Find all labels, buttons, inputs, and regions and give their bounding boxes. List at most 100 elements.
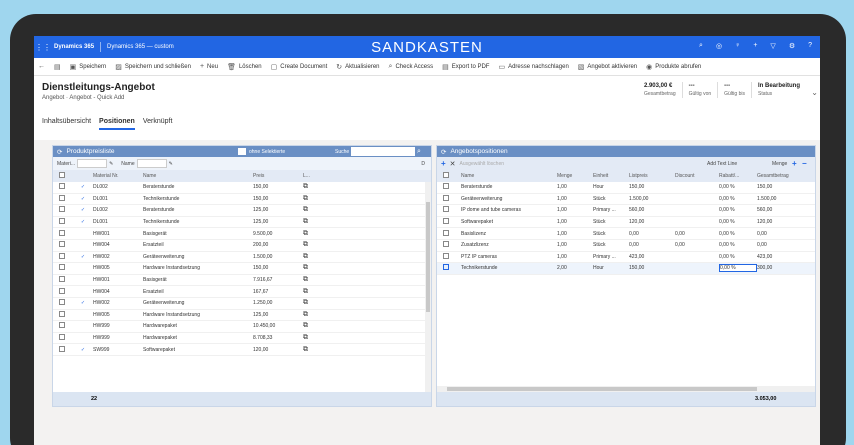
open-link-icon[interactable]: ⧉ bbox=[303, 288, 333, 296]
table-row[interactable]: ✓ DL001 Technikerstunde 125,00 ⧉ bbox=[53, 217, 431, 229]
row-checkbox[interactable] bbox=[59, 264, 65, 271]
material-filter-input[interactable] bbox=[77, 159, 108, 168]
col-unit[interactable]: Einheit bbox=[593, 173, 629, 179]
col-price[interactable]: Preis bbox=[253, 173, 303, 179]
row-checkbox[interactable] bbox=[59, 276, 65, 283]
row-checkbox[interactable] bbox=[59, 322, 65, 329]
open-link-icon[interactable]: ⧉ bbox=[303, 322, 333, 330]
cell-rebate[interactable]: 0,00 % bbox=[719, 242, 757, 248]
row-checkbox[interactable] bbox=[59, 183, 65, 190]
table-row[interactable]: HW004 Ersatzteil 200,00 ⧉ bbox=[53, 240, 431, 252]
search-icon[interactable]: ⌕ bbox=[699, 42, 703, 50]
row-checkbox[interactable] bbox=[59, 334, 65, 341]
open-link-icon[interactable]: ⧉ bbox=[303, 253, 333, 261]
command-produkte-abrufen[interactable]: ◉ Produkte abrufen bbox=[646, 63, 701, 71]
col-link[interactable]: L... bbox=[303, 173, 333, 179]
table-row[interactable]: Geräteerweiterung 1,00 Stück 1.500,00 0,00 %… bbox=[437, 194, 815, 206]
search-icon[interactable]: ⌕ bbox=[417, 148, 421, 156]
command-neu[interactable]: + Neu bbox=[200, 63, 218, 70]
select-all-checkbox[interactable] bbox=[443, 172, 449, 178]
table-row[interactable]: HW999 Hardwarepaket 8.708,33 ⧉ bbox=[53, 333, 431, 345]
cell-quantity[interactable]: 1,00 bbox=[557, 219, 593, 225]
open-link-icon[interactable]: ⧉ bbox=[303, 264, 333, 272]
row-checkbox[interactable] bbox=[59, 345, 65, 352]
open-link-icon[interactable]: ⧉ bbox=[303, 230, 333, 238]
row-checkbox[interactable] bbox=[59, 252, 65, 259]
vertical-scrollbar[interactable] bbox=[425, 182, 431, 392]
form-icon-button[interactable]: ▤ bbox=[54, 63, 61, 71]
remove-icon[interactable]: − bbox=[802, 159, 807, 168]
col-list-price[interactable]: Listpreis bbox=[629, 173, 675, 179]
close-icon[interactable]: ✕ bbox=[450, 160, 456, 168]
add-text-line-button[interactable]: Add Text Line bbox=[707, 161, 737, 167]
row-checkbox[interactable] bbox=[443, 264, 449, 271]
tab-positions[interactable]: Positionen bbox=[99, 118, 135, 130]
search-input[interactable] bbox=[351, 147, 415, 156]
plus-icon[interactable]: + bbox=[441, 159, 446, 168]
table-row[interactable]: PTZ IP cameras 1,00 Primary ... 423,00 0,00 … bbox=[437, 252, 815, 264]
cell-quantity[interactable]: 1,00 bbox=[557, 207, 593, 213]
command-speichern-und-schlie-en[interactable]: ▨ Speichern und schließen bbox=[115, 63, 191, 71]
open-link-icon[interactable]: ⧉ bbox=[303, 299, 333, 307]
row-checkbox[interactable] bbox=[59, 218, 65, 225]
plus-icon[interactable]: + bbox=[753, 42, 757, 50]
col-total[interactable]: Gesamtbetrag bbox=[757, 173, 803, 179]
row-checkbox[interactable] bbox=[443, 206, 449, 213]
row-checkbox[interactable] bbox=[59, 310, 65, 317]
row-checkbox[interactable] bbox=[443, 194, 449, 201]
filter-icon[interactable]: ▽ bbox=[770, 42, 775, 50]
tab-related[interactable]: Verknüpft bbox=[143, 118, 173, 128]
gear-icon[interactable]: ⚙ bbox=[789, 42, 795, 50]
col-name[interactable]: Name bbox=[461, 173, 557, 179]
select-all-checkbox[interactable] bbox=[59, 172, 65, 178]
command-create-document[interactable]: ▢ Create Document bbox=[271, 63, 328, 71]
row-checkbox[interactable] bbox=[59, 206, 65, 213]
back-button[interactable]: ← bbox=[38, 63, 45, 70]
command-check-access[interactable]: ⌕ Check Access bbox=[389, 63, 434, 71]
table-row[interactable]: Technikerstunde 2,00 Hour 150,00 0,00 % 300,0… bbox=[437, 263, 815, 275]
table-row[interactable]: ✓ DL001 Technikerstunde 150,00 ⧉ bbox=[53, 194, 431, 206]
refresh-icon[interactable]: ⟳ bbox=[441, 148, 446, 156]
command-angebot-aktivieren[interactable]: ▧ Angebot aktivieren bbox=[578, 63, 637, 71]
cell-quantity[interactable]: 1,00 bbox=[557, 242, 593, 248]
command-speichern[interactable]: ▣ Speichern bbox=[70, 63, 107, 71]
add-icon[interactable]: + bbox=[792, 159, 797, 168]
name-filter-input[interactable] bbox=[136, 159, 167, 168]
open-link-icon[interactable]: ⧉ bbox=[303, 311, 333, 319]
table-row[interactable]: HW999 Hardwarepaket 10.450,00 ⧉ bbox=[53, 321, 431, 333]
row-checkbox[interactable] bbox=[59, 287, 65, 294]
cell-rebate[interactable]: 0,00 % bbox=[719, 196, 757, 202]
help-icon[interactable]: ? bbox=[808, 42, 812, 50]
cell-quantity[interactable]: 2,00 bbox=[557, 265, 593, 271]
col-quantity[interactable]: Menge bbox=[557, 173, 593, 179]
cell-quantity[interactable]: 1,00 bbox=[557, 231, 593, 237]
row-checkbox[interactable] bbox=[59, 241, 65, 248]
toggle-checkbox[interactable] bbox=[238, 148, 246, 155]
table-row[interactable]: Softwarepaket 1,00 Stück 120,00 0,00 % 120,00 bbox=[437, 217, 815, 229]
task-icon[interactable]: ◎ bbox=[716, 42, 722, 50]
command-export-to-pdf[interactable]: ▤ Export to PDF bbox=[442, 63, 489, 71]
table-row[interactable]: HW004 Ersatzteil 167,67 ⧉ bbox=[53, 286, 431, 298]
col-discount[interactable]: Discount bbox=[675, 173, 719, 179]
cell-rebate[interactable]: 0,00 % bbox=[719, 231, 757, 237]
pencil-icon[interactable]: ✎ bbox=[169, 161, 173, 167]
delete-selected-label[interactable]: Ausgewählt löschen bbox=[460, 161, 504, 167]
row-checkbox[interactable] bbox=[443, 229, 449, 236]
open-link-icon[interactable]: ⧉ bbox=[303, 218, 333, 226]
chevron-down-icon[interactable]: ⌄ bbox=[811, 88, 818, 97]
row-checkbox[interactable] bbox=[59, 194, 65, 201]
row-checkbox[interactable] bbox=[59, 229, 65, 236]
table-row[interactable]: Basislizenz 1,00 Stück 0,00 0,00 0,00 % 0,00 bbox=[437, 228, 815, 240]
table-row[interactable]: Beraterstunde 1,00 Hour 150,00 0,00 % 150,00 bbox=[437, 182, 815, 194]
table-row[interactable]: Zusatzlizenz 1,00 Stück 0,00 0,00 0,00 % 0,00 bbox=[437, 240, 815, 252]
cell-rebate[interactable]: 0,00 % bbox=[719, 219, 757, 225]
tab-overview[interactable]: Inhaltsübersicht bbox=[42, 118, 91, 128]
cell-quantity[interactable]: 1,00 bbox=[557, 196, 593, 202]
table-row[interactable]: ✓ SW999 Softwarepaket 120,00 ⧉ bbox=[53, 344, 431, 356]
refresh-icon[interactable]: ⟳ bbox=[57, 148, 62, 156]
command-adresse-nachschlagen[interactable]: ▭ Adresse nachschlagen bbox=[498, 63, 568, 71]
table-row[interactable]: HW005 Hardware Instandsetzung 150,00 ⧉ bbox=[53, 263, 431, 275]
cell-quantity[interactable]: 1,00 bbox=[557, 184, 593, 190]
table-row[interactable]: HW001 Basisgerät 9.500,00 ⧉ bbox=[53, 228, 431, 240]
table-row[interactable]: ✓ HW002 Geräteerweiterung 1.250,00 ⧉ bbox=[53, 298, 431, 310]
